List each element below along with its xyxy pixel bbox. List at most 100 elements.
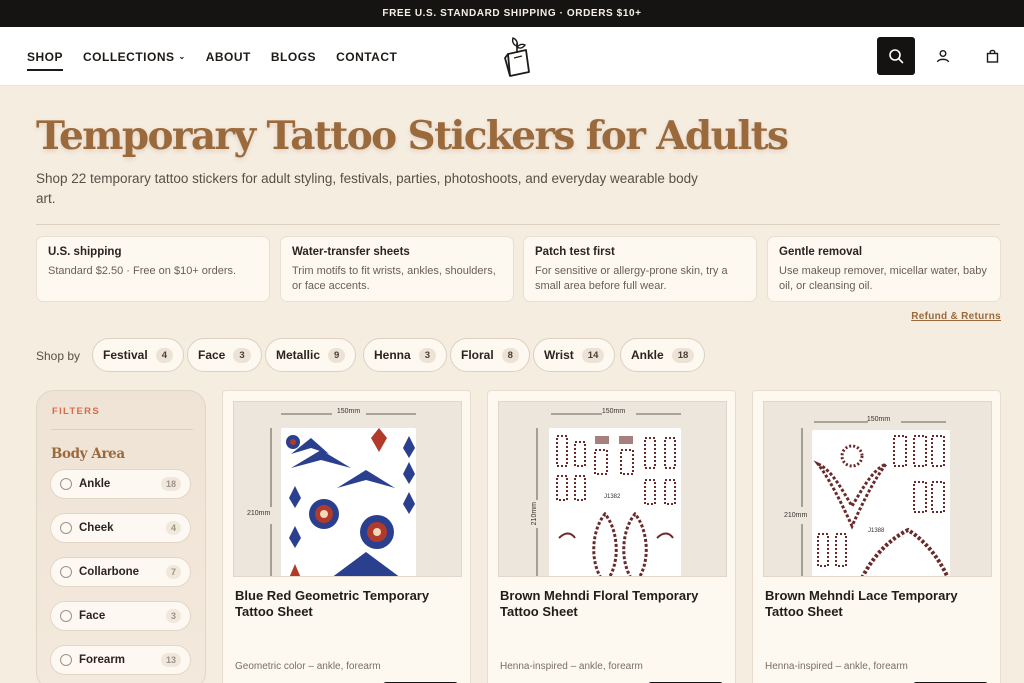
- product-image[interactable]: 150mm 210mm J1382: [498, 401, 727, 577]
- product-image[interactable]: 150mm 210mm J1388: [763, 401, 992, 577]
- geometric-tattoo-art: [286, 428, 415, 576]
- product-name[interactable]: Blue Red Geometric Temporary Tattoo Shee…: [235, 588, 455, 620]
- filter-option-cheek[interactable]: Cheek 4: [50, 513, 191, 543]
- filter-option-face[interactable]: Face 3: [50, 601, 191, 631]
- filter-option-count: 13: [160, 653, 181, 667]
- nav-contact[interactable]: CONTACT: [336, 27, 397, 86]
- filter-option-count: 3: [165, 609, 181, 623]
- product-card[interactable]: 150mm 210mm Blue Red Geometric Temporary…: [222, 390, 471, 683]
- nav-about[interactable]: ABOUT: [206, 27, 251, 86]
- account-button[interactable]: [932, 45, 954, 67]
- chip-count: 14: [581, 347, 605, 363]
- radio-icon: [60, 654, 72, 666]
- nav-blogs-label: BLOGS: [270, 49, 317, 64]
- sheet-height-label: 210mm: [531, 502, 538, 526]
- sticker-leaf-logo[interactable]: [500, 34, 534, 78]
- chip-label: Ankle: [631, 348, 664, 362]
- chip-ankle[interactable]: Ankle 18: [620, 338, 706, 372]
- chip-count: 3: [418, 347, 436, 363]
- refund-returns-link[interactable]: Refund & Returns: [911, 311, 1001, 322]
- sheet-height-label: 210mm: [784, 512, 808, 519]
- nav-collections[interactable]: COLLECTIONS ⌄: [83, 27, 186, 86]
- product-image[interactable]: 150mm 210mm: [233, 401, 462, 577]
- chip-label: Wrist: [544, 348, 574, 362]
- nav-shop[interactable]: SHOP: [27, 27, 64, 86]
- filter-group-title: Body Area: [51, 446, 125, 462]
- bag-icon: [986, 49, 998, 63]
- chip-count: 9: [328, 347, 346, 363]
- divider: [51, 429, 193, 430]
- search-icon: [889, 49, 904, 64]
- shop-by-label: Shop by: [36, 349, 81, 363]
- tattoo-sheet: J1382: [549, 428, 681, 576]
- cart-button[interactable]: [981, 45, 1003, 67]
- page-title: Temporary Tattoo Stickers for Adults: [36, 113, 789, 159]
- filter-option-collarbone[interactable]: Collarbone 7: [50, 557, 191, 587]
- chip-count: 3: [233, 347, 251, 363]
- user-icon: [936, 50, 950, 63]
- chip-label: Metallic: [276, 348, 321, 362]
- filter-option-count: 4: [165, 521, 181, 535]
- chip-face[interactable]: Face 3: [187, 338, 262, 372]
- chip-metallic[interactable]: Metallic 9: [265, 338, 357, 372]
- chip-label: Face: [198, 348, 226, 362]
- nav-shop-label: SHOP: [27, 49, 64, 64]
- info-card-text: Trim motifs to fit wrists, ankles, shoul…: [292, 265, 496, 292]
- product-name[interactable]: Brown Mehndi Lace Temporary Tattoo Sheet: [765, 588, 985, 620]
- chip-label: Floral: [461, 348, 494, 362]
- info-card-shipping: U.S. shipping Standard $2.50 · Free on $…: [36, 236, 270, 302]
- info-card-water-transfer: Water-transfer sheets Trim motifs to fit…: [280, 236, 514, 302]
- tattoo-sheet: [281, 428, 416, 576]
- announcement-text: FREE U.S. STANDARD SHIPPING · ORDERS $10…: [382, 8, 642, 19]
- chip-henna[interactable]: Henna 3: [363, 338, 447, 372]
- sheet-code: J1382: [604, 494, 621, 500]
- nav-blogs[interactable]: BLOGS: [271, 27, 316, 86]
- filter-option-forearm[interactable]: Forearm 13: [50, 645, 191, 675]
- info-card-text: Use makeup remover, micellar water, baby…: [779, 265, 987, 292]
- filters-heading: FILTERS: [52, 406, 100, 417]
- chevron-down-icon: ⌄: [178, 52, 186, 61]
- chip-label: Festival: [103, 348, 148, 362]
- announcement-bar: FREE U.S. STANDARD SHIPPING · ORDERS $10…: [0, 0, 1024, 27]
- chip-festival[interactable]: Festival 4: [92, 338, 184, 372]
- info-card-title: Gentle removal: [779, 246, 863, 258]
- info-card-patch-test: Patch test first For sensitive or allerg…: [523, 236, 757, 302]
- product-name[interactable]: Brown Mehndi Floral Temporary Tattoo She…: [500, 588, 720, 620]
- chip-floral[interactable]: Floral 8: [450, 338, 530, 372]
- chip-wrist[interactable]: Wrist 14: [533, 338, 616, 372]
- product-card[interactable]: 150mm 210mm J1388 Brown Mehndi Lace Temp…: [752, 390, 1001, 683]
- product-card[interactable]: 150mm 210mm J1382 Brown Mehndi Floral Te…: [487, 390, 736, 683]
- filter-option-label: Collarbone: [79, 566, 140, 578]
- mehndi-lace-art: [813, 435, 950, 576]
- mehndi-floral-art: [556, 435, 676, 576]
- chip-label: Henna: [374, 348, 411, 362]
- search-button[interactable]: [877, 37, 915, 75]
- site-header: SHOP COLLECTIONS ⌄ ABOUT BLOGS CONTACT: [0, 27, 1024, 86]
- filter-option-count: 7: [165, 565, 181, 579]
- product-meta: Henna-inspired – ankle, forearm: [500, 661, 643, 672]
- product-meta: Geometric color – ankle, forearm: [235, 661, 381, 672]
- filter-option-label: Ankle: [79, 478, 111, 490]
- info-card-text: For sensitive or allergy-prone skin, try…: [535, 265, 728, 292]
- info-card-removal: Gentle removal Use makeup remover, micel…: [767, 236, 1001, 302]
- product-meta: Henna-inspired – ankle, forearm: [765, 661, 908, 672]
- chip-count: 4: [155, 347, 173, 363]
- info-card-title: Patch test first: [535, 246, 615, 258]
- sheet-code: J1388: [868, 528, 885, 534]
- nav-about-label: ABOUT: [205, 49, 251, 64]
- chip-count: 8: [501, 347, 519, 363]
- chip-count: 18: [671, 347, 695, 363]
- radio-icon: [60, 522, 72, 534]
- filter-option-label: Forearm: [79, 654, 126, 666]
- divider: [36, 224, 1000, 225]
- sheet-height-label: 210mm: [247, 510, 271, 517]
- page-subtitle: Shop 22 temporary tattoo stickers for ad…: [36, 171, 698, 206]
- filter-option-ankle[interactable]: Ankle 18: [50, 469, 191, 499]
- nav-collections-label: COLLECTIONS: [83, 49, 175, 64]
- filter-option-count: 18: [160, 477, 181, 491]
- nav-contact-label: CONTACT: [336, 49, 398, 64]
- filter-option-label: Face: [79, 610, 106, 622]
- radio-icon: [60, 610, 72, 622]
- radio-icon: [60, 566, 72, 578]
- tattoo-sheet: J1388: [812, 430, 950, 576]
